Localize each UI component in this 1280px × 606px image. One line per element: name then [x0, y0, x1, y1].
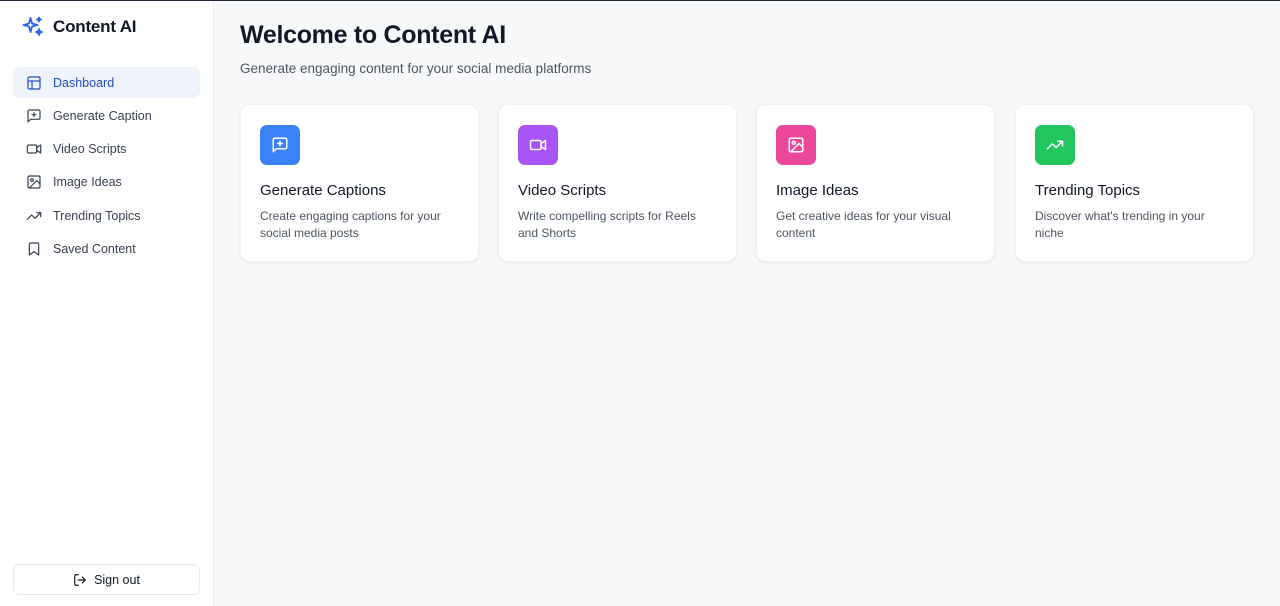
card-description: Get creative ideas for your visual conte… [776, 209, 951, 240]
card-video-scripts[interactable]: Video Scripts Write compelling scripts f… [498, 104, 737, 262]
log-out-icon [74, 573, 86, 586]
page-subtitle: Generate engaging content for your socia… [240, 61, 592, 76]
message-plus-icon [27, 109, 41, 123]
card-description: Discover what's trending in your niche [1035, 209, 1205, 240]
app-name: Content AI [53, 17, 137, 36]
sidebar-item-label: Trending Topics [53, 208, 141, 223]
sidebar-item-label: Image Ideas [53, 175, 122, 190]
trending-up-icon [26, 211, 42, 220]
brand[interactable]: Content AI [21, 15, 137, 39]
sidebar: Content AI Dashboard Generate Caption Vi… [0, 1, 214, 606]
layout-icon [27, 75, 41, 90]
card-title: Video Scripts [518, 182, 607, 199]
sign-out-button[interactable]: Sign out [13, 564, 200, 595]
sidebar-item-label: Video Scripts [53, 142, 127, 157]
sidebar-item-trending-topics[interactable]: Trending Topics [13, 200, 200, 231]
video-icon [529, 139, 547, 151]
bookmark-icon [28, 242, 40, 256]
sidebar-item-video-scripts[interactable]: Video Scripts [13, 134, 200, 165]
message-plus-icon [272, 137, 288, 153]
card-title: Generate Captions [260, 182, 386, 199]
card-title: Image Ideas [776, 182, 859, 199]
card-icon-tile [776, 125, 816, 165]
sidebar-item-label: Saved Content [53, 241, 136, 256]
card-trending-topics[interactable]: Trending Topics Discover what's trending… [1015, 104, 1254, 262]
sidebar-item-dashboard[interactable]: Dashboard [13, 67, 200, 98]
page-title: Welcome to Content AI [240, 21, 506, 49]
video-icon [26, 144, 42, 154]
card-description: Write compelling scripts for Reels and S… [518, 209, 696, 240]
sign-out-label: Sign out [94, 572, 140, 587]
card-description: Create engaging captions for your social… [260, 209, 441, 240]
card-icon-tile [260, 125, 300, 165]
card-generate-captions[interactable]: Generate Captions Create engaging captio… [240, 104, 479, 262]
sidebar-item-generate-caption[interactable]: Generate Caption [13, 100, 200, 131]
sparkles-icon [22, 16, 43, 36]
sidebar-item-label: Dashboard [53, 75, 115, 90]
sidebar-item-label: Generate Caption [53, 108, 152, 123]
trending-up-icon [1046, 140, 1064, 150]
sidebar-nav: Dashboard Generate Caption Video Scripts… [13, 67, 200, 267]
image-icon [788, 137, 804, 153]
card-image-ideas[interactable]: Image Ideas Get creative ideas for your … [756, 104, 995, 262]
card-icon-tile [518, 125, 558, 165]
card-title: Trending Topics [1035, 182, 1141, 199]
sidebar-item-image-ideas[interactable]: Image Ideas [13, 167, 200, 198]
image-icon [27, 175, 41, 189]
sidebar-item-saved-content[interactable]: Saved Content [13, 233, 200, 264]
card-icon-tile [1035, 125, 1075, 165]
